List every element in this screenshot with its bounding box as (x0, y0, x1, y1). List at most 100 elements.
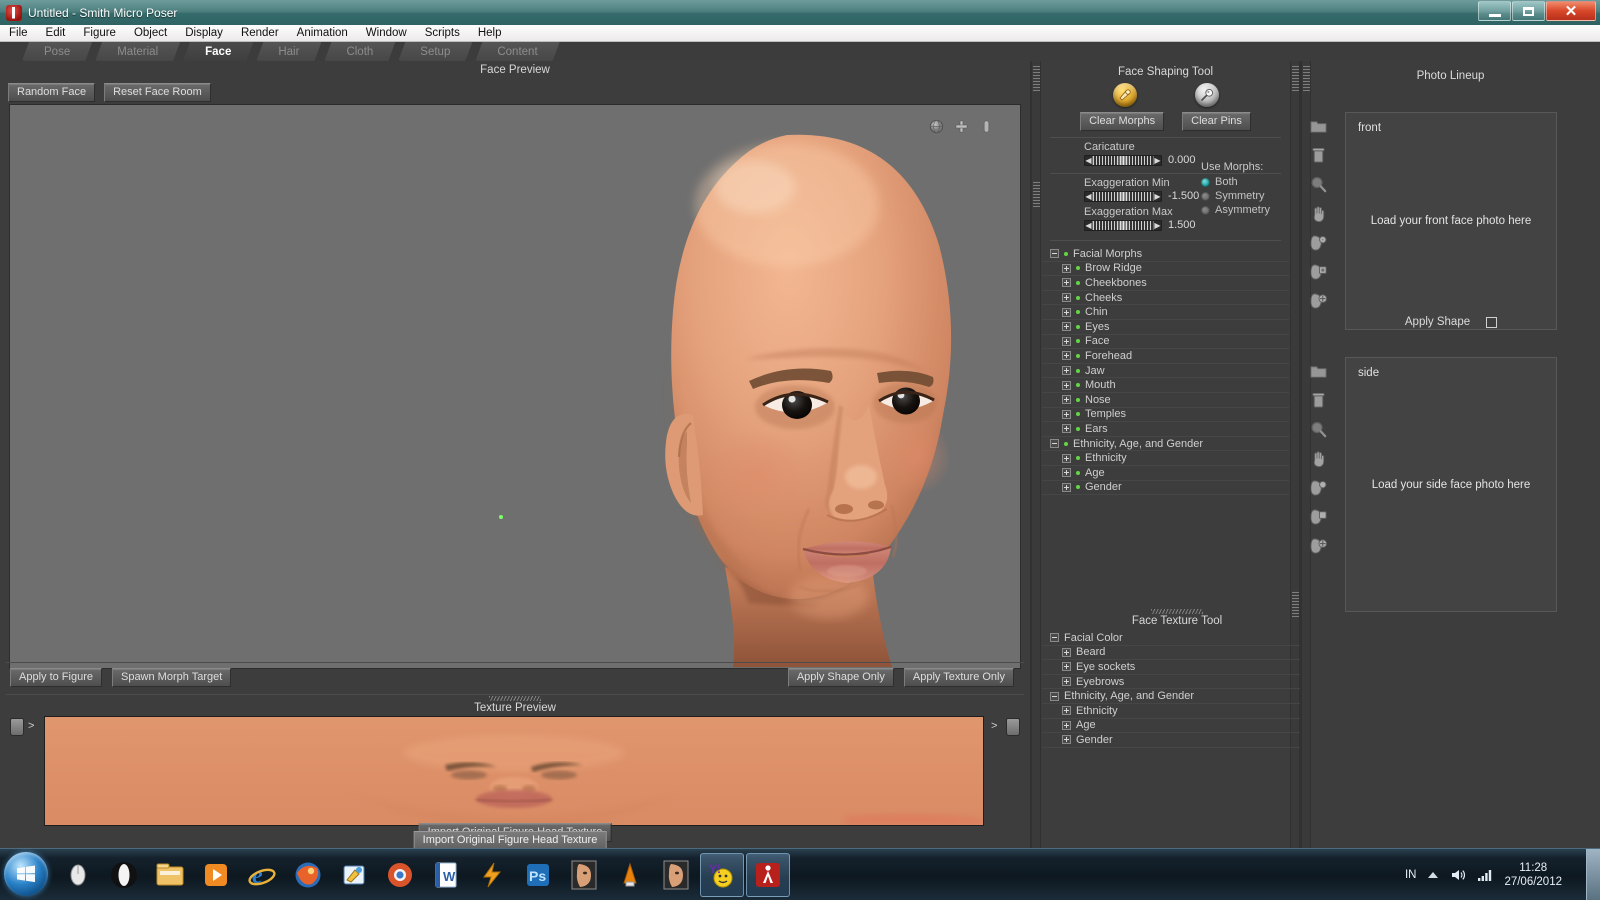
menu-window[interactable]: Window (357, 25, 416, 41)
trash-icon[interactable] (1309, 146, 1328, 165)
texture-uv-image[interactable] (44, 716, 984, 826)
mouse-icon[interactable] (56, 853, 100, 897)
morph-tree-item-row[interactable]: Age (1042, 466, 1289, 481)
morph-brush-icon[interactable] (1112, 83, 1137, 107)
expand-icon[interactable] (1062, 336, 1071, 346)
poser-icon[interactable] (746, 853, 790, 897)
explorer-folder-icon[interactable] (148, 853, 192, 897)
morph-tree-item-row[interactable]: Cheekbones (1042, 276, 1289, 291)
tab-content[interactable]: Content (475, 42, 559, 61)
menu-object[interactable]: Object (125, 25, 176, 41)
head-move-icon[interactable] (1309, 536, 1328, 555)
texture-tree-item-row[interactable]: Ethnicity (1042, 704, 1312, 719)
texture-tree-item-row[interactable]: Eyebrows (1042, 675, 1312, 690)
morph-tree-item-row[interactable]: Ears (1042, 422, 1289, 437)
language-indicator[interactable]: IN (1405, 869, 1417, 881)
tab-cloth[interactable]: Cloth (324, 42, 395, 61)
show-hidden-icons-arrow[interactable] (1427, 869, 1439, 881)
morph-tree-item-row[interactable]: Forehead (1042, 349, 1289, 364)
magnifier-icon[interactable] (1309, 420, 1328, 439)
menu-animation[interactable]: Animation (288, 25, 357, 41)
texture-panel-grip[interactable] (489, 696, 541, 701)
expand-icon[interactable] (1062, 453, 1071, 463)
caricature-value[interactable]: 0.000 (1168, 154, 1196, 166)
trash-icon[interactable] (1309, 391, 1328, 410)
poser-face2-icon[interactable] (654, 853, 698, 897)
chrome-icon[interactable] (378, 853, 422, 897)
maximize-icon[interactable] (1512, 1, 1545, 21)
tab-hair[interactable]: Hair (256, 42, 321, 61)
paint-icon[interactable] (332, 853, 376, 897)
radio-asymmetry[interactable]: Asymmetry (1201, 204, 1283, 216)
caricature-slider-left-arrow[interactable]: ◀ (1085, 156, 1092, 165)
morph-tree-item-row[interactable]: Brow Ridge (1042, 262, 1289, 277)
expand-icon[interactable] (1062, 278, 1071, 288)
expand-icon[interactable] (1062, 263, 1071, 273)
menu-edit[interactable]: Edit (37, 25, 75, 41)
side-photo-dropzone[interactable]: side Load your side face photo here (1345, 357, 1557, 612)
morph-tree-item-row[interactable]: Temples (1042, 408, 1289, 423)
volume-icon[interactable] (1450, 868, 1466, 882)
clear-pins-button[interactable]: Clear Pins (1182, 112, 1251, 131)
morph-pin-marker[interactable] (499, 515, 503, 519)
expand-icon[interactable] (1062, 293, 1071, 303)
network-icon[interactable] (1477, 868, 1493, 882)
collapse-icon[interactable] (1050, 633, 1059, 643)
expand-icon[interactable] (1062, 307, 1071, 317)
head-morph-icon[interactable] (1309, 478, 1328, 497)
expand-icon[interactable] (1062, 380, 1071, 390)
vlc-icon[interactable] (608, 853, 652, 897)
texture-tree-item-row[interactable]: Age (1042, 719, 1312, 734)
close-icon[interactable]: ✕ (1546, 1, 1596, 21)
photoshop-icon[interactable]: Ps (516, 853, 560, 897)
yahoo-messenger-icon[interactable]: Y! (700, 853, 744, 897)
texture-tree-item-row[interactable]: Ethnicity, Age, and Gender (1042, 689, 1312, 704)
media-player-icon[interactable] (194, 853, 238, 897)
flash-icon[interactable] (470, 853, 514, 897)
expand-icon[interactable] (1062, 409, 1071, 419)
reset-face-room-button[interactable]: Reset Face Room (104, 83, 211, 102)
texture-left-thumb[interactable] (10, 718, 24, 736)
exaggeration-min-value[interactable]: -1.500 (1168, 190, 1199, 202)
apply-shape-only-button[interactable]: Apply Shape Only (787, 668, 894, 687)
internet-explorer-icon[interactable]: e (240, 853, 284, 897)
texture-tree-item-row[interactable]: Gender (1042, 733, 1312, 748)
expand-icon[interactable] (1062, 720, 1071, 730)
hand-icon[interactable] (1309, 449, 1328, 468)
word-icon[interactable]: W (424, 853, 468, 897)
morph-tree-item-row[interactable]: Mouth (1042, 378, 1289, 393)
clear-morphs-button[interactable]: Clear Morphs (1080, 112, 1165, 131)
show-desktop-button[interactable] (1586, 849, 1600, 900)
menu-file[interactable]: File (0, 25, 37, 41)
collapse-icon[interactable] (1050, 439, 1059, 449)
texture-right-arrow[interactable]: > (991, 720, 997, 732)
morph-tree-item-row[interactable]: Face (1042, 335, 1289, 350)
radio-symmetry[interactable]: Symmetry (1201, 190, 1283, 202)
texture-tree-item-row[interactable]: Eye sockets (1042, 660, 1312, 675)
exaggeration-max-value[interactable]: 1.500 (1168, 219, 1196, 231)
exaggeration-max-slider[interactable]: ◀ ▶ (1084, 219, 1162, 231)
magnifier-icon[interactable] (1309, 175, 1328, 194)
expand-icon[interactable] (1062, 677, 1071, 687)
morph-tree-item-row[interactable]: Gender (1042, 481, 1289, 496)
head-pin-icon[interactable] (1309, 507, 1328, 526)
expand-icon[interactable] (1062, 322, 1071, 332)
spawn-morph-target-button[interactable]: Spawn Morph Target (111, 668, 232, 687)
tab-material[interactable]: Material (95, 42, 180, 61)
taskbar-clock[interactable]: 11:28 27/06/2012 (1504, 861, 1562, 889)
tab-face[interactable]: Face (183, 42, 253, 61)
front-photo-dropzone[interactable]: front Load your front face photo here (1345, 112, 1557, 330)
texture-tree-item-row[interactable]: Beard (1042, 646, 1312, 661)
collapse-icon[interactable] (1050, 249, 1059, 259)
expand-icon[interactable] (1062, 647, 1071, 657)
texture-right-thumb[interactable] (1006, 718, 1020, 736)
texture-tree-item-row[interactable]: Facial Color (1042, 631, 1312, 646)
menu-render[interactable]: Render (232, 25, 288, 41)
morph-tree-item-row[interactable]: Ethnicity (1042, 451, 1289, 466)
firefox-icon[interactable] (286, 853, 330, 897)
expand-icon[interactable] (1062, 424, 1071, 434)
morph-tree-item-row[interactable]: Nose (1042, 393, 1289, 408)
morph-tree-item-row[interactable]: Cheeks (1042, 291, 1289, 306)
apply-shape-checkbox[interactable] (1486, 316, 1498, 328)
caricature-slider-right-arrow[interactable]: ▶ (1154, 156, 1161, 165)
